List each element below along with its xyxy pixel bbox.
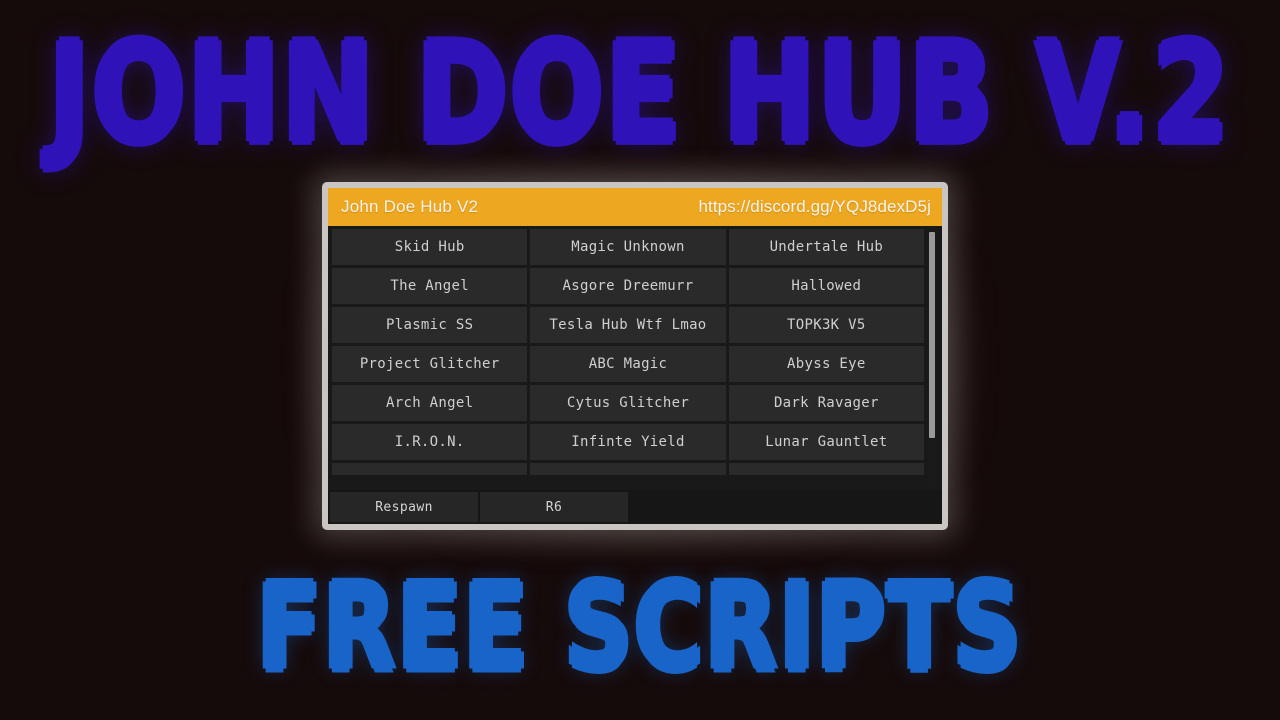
script-button[interactable]: Plasmic SS <box>332 307 528 343</box>
script-list-area: Skid Hub Magic Unknown Undertale Hub The… <box>328 226 942 490</box>
script-button[interactable]: I.R.O.N. <box>332 424 528 460</box>
script-button[interactable]: Tesla Hub Wtf Lmao <box>530 307 726 343</box>
action-bar: Respawn R6 <box>328 490 942 524</box>
script-button[interactable]: Arch Angel <box>332 385 528 421</box>
window-title: John Doe Hub V2 <box>341 197 479 216</box>
scrollbar-thumb[interactable] <box>929 232 935 438</box>
script-button-clipped[interactable] <box>530 463 726 475</box>
script-grid: Skid Hub Magic Unknown Undertale Hub The… <box>332 229 924 475</box>
script-button[interactable]: Project Glitcher <box>332 346 528 382</box>
window-title-bar: John Doe Hub V2 https://discord.gg/YQJ8d… <box>328 188 942 226</box>
script-button[interactable]: Lunar Gauntlet <box>728 424 924 460</box>
script-button[interactable]: TOPK3K V5 <box>728 307 924 343</box>
script-list-scrollbar[interactable] <box>928 230 936 486</box>
thumbnail-title-top: JOHN DOE HUB V.2 <box>48 14 1232 175</box>
respawn-button[interactable]: Respawn <box>330 492 478 522</box>
script-button[interactable]: Infinte Yield <box>530 424 726 460</box>
script-button[interactable]: Hallowed <box>728 268 924 304</box>
script-button[interactable]: Undertale Hub <box>728 229 924 265</box>
discord-link[interactable]: https://discord.gg/YQJ8dexD5j <box>698 197 931 217</box>
john-doe-hub-window: John Doe Hub V2 https://discord.gg/YQJ8d… <box>322 182 948 530</box>
rig-r6-button[interactable]: R6 <box>480 492 628 522</box>
script-button[interactable]: The Angel <box>332 268 528 304</box>
thumbnail-title-bottom: FREE SCRIPTS <box>257 558 1023 698</box>
script-button-clipped[interactable] <box>332 463 528 475</box>
script-button[interactable]: Dark Ravager <box>728 385 924 421</box>
action-bar-filler <box>630 492 942 522</box>
script-button[interactable]: Skid Hub <box>332 229 528 265</box>
script-button[interactable]: Abyss Eye <box>728 346 924 382</box>
window-inner: John Doe Hub V2 https://discord.gg/YQJ8d… <box>328 188 942 524</box>
script-button[interactable]: Asgore Dreemurr <box>530 268 726 304</box>
script-button[interactable]: ABC Magic <box>530 346 726 382</box>
script-button[interactable]: Magic Unknown <box>530 229 726 265</box>
script-button[interactable]: Cytus Glitcher <box>530 385 726 421</box>
script-button-clipped[interactable] <box>728 463 924 475</box>
